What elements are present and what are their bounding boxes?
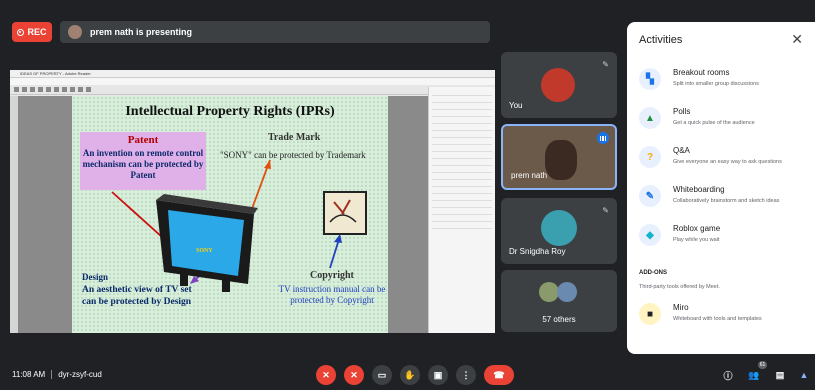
speaking-indicator-icon [597, 132, 609, 144]
avatar [557, 282, 577, 302]
tv-brand-label: SONY [196, 248, 213, 254]
document-margin-right [388, 96, 428, 333]
addon-miro[interactable]: ■ Miro Whiteboard with tools and templat… [639, 299, 809, 329]
activity-label: Breakout rooms [673, 68, 730, 77]
participant-tile-you[interactable]: ✎ You [501, 52, 617, 118]
recording-indicator[interactable]: REC [12, 22, 52, 42]
record-icon [17, 28, 25, 36]
activity-roblox-game[interactable]: ◆ Roblox game Play while you wait [639, 220, 809, 250]
presenter-avatar [68, 25, 82, 39]
activity-description: Split into smaller group discussions [673, 81, 759, 87]
pin-icon[interactable]: ✎ [602, 206, 609, 215]
app-left-rail [10, 96, 18, 333]
close-icon[interactable]: ✕ [791, 31, 803, 48]
activity-description: Give everyone an easy way to ask questio… [673, 159, 782, 165]
addon-description: Whiteboard with tools and templates [673, 316, 762, 322]
activity-label: Whiteboarding [673, 185, 725, 194]
participant-count-badge: 61 [758, 361, 767, 369]
activities-icon[interactable]: ▲ [796, 367, 812, 383]
copyright-heading: Copyright [310, 270, 354, 281]
app-title: IDEAS OF PROPERTY - Adobe Reader [10, 70, 495, 78]
presenting-text: prem nath is presenting [90, 27, 193, 37]
participant-name: prem nath [511, 171, 548, 180]
patent-box: Patent An invention on remote control me… [80, 132, 206, 190]
patent-heading: Patent [127, 134, 159, 146]
activity-qa[interactable]: ? Q&A Give everyone an easy way to ask q… [639, 142, 809, 172]
activity-breakout-rooms[interactable]: ▚ Breakout rooms Split into smaller grou… [639, 64, 809, 94]
participant-tile-presenter[interactable]: prem nath [501, 124, 617, 190]
meeting-code: dyr-zsyf-cud [58, 370, 102, 379]
more-vert-icon: ⋮ [461, 369, 471, 380]
clock-time: 11:08 AM [12, 370, 46, 379]
activity-polls[interactable]: ▲ Polls Get a quick pulse of the audienc… [639, 103, 809, 133]
breakout-rooms-icon: ▚ [639, 68, 661, 90]
trademark-text: "SONY" can be protected by Trademark [220, 150, 366, 160]
chat-icon[interactable]: ▤ [772, 367, 788, 383]
pin-icon[interactable]: ✎ [602, 60, 609, 69]
game-icon: ◆ [639, 224, 661, 246]
addon-label: Miro [673, 303, 689, 312]
activity-label: Q&A [673, 146, 690, 155]
camera-off-icon: ✕ [350, 369, 358, 380]
document-margin-left [18, 96, 72, 333]
app-menubar [10, 78, 495, 85]
meeting-details-icon[interactable]: ⓘ [720, 367, 736, 383]
avatar [539, 282, 559, 302]
microphone-toggle-button[interactable]: ✕ [316, 365, 336, 385]
addons-heading: ADD-ONS [639, 270, 667, 276]
trademark-arrowhead [264, 160, 271, 169]
end-call-icon: ☎ [493, 369, 505, 380]
activities-panel: Activities ✕ ▚ Breakout rooms Split into… [627, 22, 815, 354]
people-icon[interactable]: 👥 [746, 367, 762, 383]
trademark-heading: Trade Mark [268, 132, 321, 143]
participant-name: Dr Snigdha Roy [509, 247, 566, 256]
miro-icon: ■ [639, 303, 661, 325]
tv-leg-right [222, 278, 230, 292]
participant-name: 57 others [542, 315, 576, 324]
participant-name: You [509, 101, 523, 110]
patent-text: An invention on remote control mechanism… [82, 148, 204, 180]
avatar [541, 210, 577, 246]
leave-call-button[interactable]: ☎ [484, 365, 514, 385]
meeting-info: 11:08 AM dyr-zsyf-cud [12, 370, 102, 379]
addons-subtitle: Third-party tools offered by Meet. [639, 284, 720, 290]
presentation-slide: Intellectual Property Rights (IPRs) Pate… [72, 96, 388, 333]
copyright-text: TV instruction manual can be protected b… [278, 284, 386, 305]
design-heading: Design [82, 272, 109, 282]
mic-off-icon: ✕ [322, 369, 330, 380]
avatar [541, 68, 575, 102]
hand-icon: ✋ [404, 369, 416, 380]
copyright-arrowhead [334, 234, 342, 243]
design-text: An aesthetic view of TV set can be prote… [82, 285, 192, 307]
manual-icon [323, 191, 367, 235]
raise-hand-button[interactable]: ✋ [400, 365, 420, 385]
activity-description: Collaboratively brainstorm and sketch id… [673, 198, 780, 204]
avatar [545, 140, 577, 180]
present-button[interactable]: ▣ [428, 365, 448, 385]
app-toolbar [10, 85, 495, 95]
activity-whiteboarding[interactable]: ✎ Whiteboarding Collaboratively brainsto… [639, 181, 809, 211]
recording-label: REC [27, 27, 47, 37]
activity-description: Play while you wait [673, 237, 720, 243]
captions-button[interactable]: ▭ [372, 365, 392, 385]
participant-tile-others[interactable]: 57 others [501, 270, 617, 332]
panel-title: Activities [639, 34, 683, 46]
qa-icon: ? [639, 146, 661, 168]
shared-screen: IDEAS OF PROPERTY - Adobe Reader Intelle… [10, 70, 495, 333]
slide-title: Intellectual Property Rights (IPRs) [125, 104, 335, 119]
present-screen-icon: ▣ [433, 369, 443, 380]
participant-tile-snigdha[interactable]: ✎ Dr Snigdha Roy [501, 198, 617, 264]
presenting-banner[interactable]: prem nath is presenting [60, 21, 490, 43]
tv-screen [168, 210, 244, 276]
app-tools-panel [428, 87, 495, 333]
camera-toggle-button[interactable]: ✕ [344, 365, 364, 385]
captions-icon: ▭ [377, 369, 387, 380]
polls-icon: ▲ [639, 107, 661, 129]
divider [51, 370, 53, 379]
more-options-button[interactable]: ⋮ [456, 365, 476, 385]
activity-label: Polls [673, 107, 691, 116]
activity-label: Roblox game [673, 224, 721, 233]
activity-description: Get a quick pulse of the audience [673, 120, 755, 126]
whiteboard-icon: ✎ [639, 185, 661, 207]
